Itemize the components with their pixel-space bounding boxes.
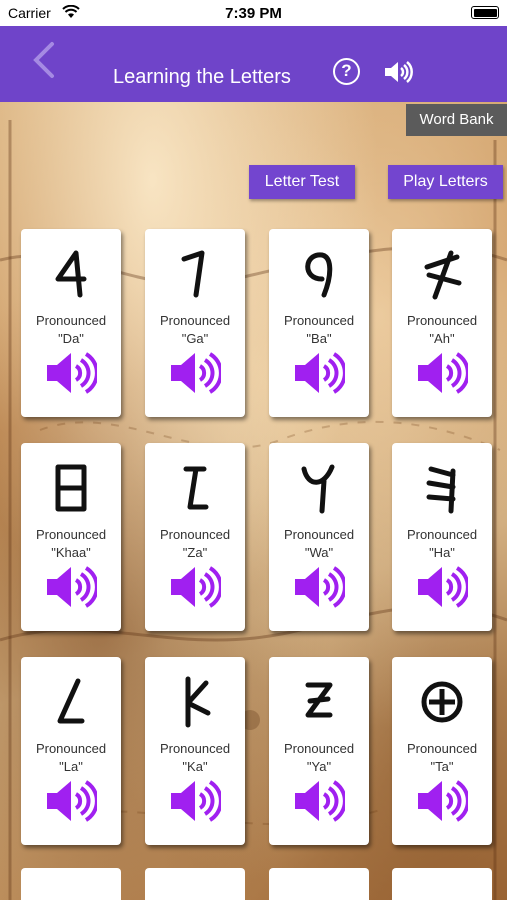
pronounced-label: Pronounced — [283, 313, 355, 328]
ka-letter-glyph — [170, 673, 220, 729]
pronounced-label: Pronounced — [35, 527, 107, 542]
ya-letter-glyph — [294, 673, 344, 729]
play-sound-speaker-icon[interactable] — [45, 351, 99, 395]
pronounced-label: Pronounced — [406, 527, 478, 542]
pronunciation-text: "Wa" — [304, 545, 334, 560]
status-bar: Carrier 7:39 PM — [0, 0, 507, 26]
letter-card-partial[interactable] — [21, 868, 121, 900]
play-sound-speaker-icon[interactable] — [169, 779, 223, 823]
pronunciation-text: "Ga" — [181, 331, 209, 346]
letter-card[interactable]: Pronounced "La" — [21, 657, 121, 845]
pronounced-label: Pronounced — [283, 741, 355, 756]
play-sound-speaker-icon[interactable] — [293, 565, 347, 609]
clock-time: 7:39 PM — [225, 5, 282, 22]
play-sound-speaker-icon[interactable] — [169, 351, 223, 395]
pronunciation-text: "La" — [59, 759, 83, 774]
play-letters-button[interactable]: Play Letters — [388, 165, 503, 199]
pronunciation-text: "Ta" — [430, 759, 454, 774]
pronunciation-text: "Ba" — [306, 331, 332, 346]
ah-letter-glyph — [417, 245, 467, 301]
letter-card[interactable]: Pronounced "Wa" — [269, 443, 369, 631]
play-sound-speaker-icon[interactable] — [416, 565, 470, 609]
letter-card-partial[interactable] — [392, 868, 492, 900]
da-letter-glyph — [46, 245, 96, 301]
play-sound-speaker-icon[interactable] — [416, 779, 470, 823]
pronounced-label: Pronounced — [35, 313, 107, 328]
letter-card[interactable]: Pronounced "Ka" — [145, 657, 245, 845]
letter-card[interactable]: Pronounced "Ba" — [269, 229, 369, 417]
wa-letter-glyph — [294, 459, 344, 515]
pronunciation-text: "Da" — [58, 331, 84, 346]
letter-card[interactable]: Pronounced "Ya" — [269, 657, 369, 845]
letter-card-partial[interactable] — [269, 868, 369, 900]
ha-letter-glyph — [417, 459, 467, 515]
letter-card[interactable]: Pronounced "Ah" — [392, 229, 492, 417]
letter-card-partial[interactable] — [145, 868, 245, 900]
ga-letter-glyph — [170, 245, 220, 301]
la-letter-glyph — [46, 673, 96, 729]
battery-icon — [471, 6, 499, 19]
play-sound-speaker-icon[interactable] — [45, 779, 99, 823]
letter-card[interactable]: Pronounced "Za" — [145, 443, 245, 631]
ta-letter-glyph — [417, 673, 467, 729]
pronounced-label: Pronounced — [283, 527, 355, 542]
play-sound-speaker-icon[interactable] — [293, 351, 347, 395]
pronounced-label: Pronounced — [406, 741, 478, 756]
pronunciation-text: "Khaa" — [51, 545, 91, 560]
pronounced-label: Pronounced — [159, 313, 231, 328]
play-sound-speaker-icon[interactable] — [293, 779, 347, 823]
pronounced-label: Pronounced — [35, 741, 107, 756]
letter-card[interactable]: Pronounced "Khaa" — [21, 443, 121, 631]
za-letter-glyph — [170, 459, 220, 515]
pronounced-label: Pronounced — [406, 313, 478, 328]
letter-card[interactable]: Pronounced "Da" — [21, 229, 121, 417]
ba-letter-glyph — [294, 245, 344, 301]
pronunciation-text: "Za" — [182, 545, 208, 560]
play-sound-speaker-icon[interactable] — [169, 565, 223, 609]
khaa-letter-glyph — [46, 459, 96, 515]
pronunciation-text: "Ka" — [182, 759, 208, 774]
play-sound-speaker-icon[interactable] — [416, 351, 470, 395]
word-bank-button[interactable]: Word Bank — [406, 104, 507, 136]
pronunciation-text: "Ya" — [306, 759, 332, 774]
play-sound-speaker-icon[interactable] — [45, 565, 99, 609]
pronounced-label: Pronounced — [159, 527, 231, 542]
page-title: Learning the Letters — [113, 66, 291, 88]
letter-card[interactable]: Pronounced "Ta" — [392, 657, 492, 845]
letter-card[interactable]: Pronounced "Ga" — [145, 229, 245, 417]
letter-test-button[interactable]: Letter Test — [249, 165, 355, 199]
speaker-icon[interactable] — [383, 59, 413, 85]
navigation-bar: Learning the Letters ? — [0, 26, 507, 102]
letter-card[interactable]: Pronounced "Ha" — [392, 443, 492, 631]
help-icon[interactable]: ? — [333, 58, 360, 85]
pronunciation-text: "Ha" — [429, 545, 455, 560]
pronunciation-text: "Ah" — [429, 331, 455, 346]
back-chevron-icon[interactable] — [28, 40, 62, 80]
pronounced-label: Pronounced — [159, 741, 231, 756]
